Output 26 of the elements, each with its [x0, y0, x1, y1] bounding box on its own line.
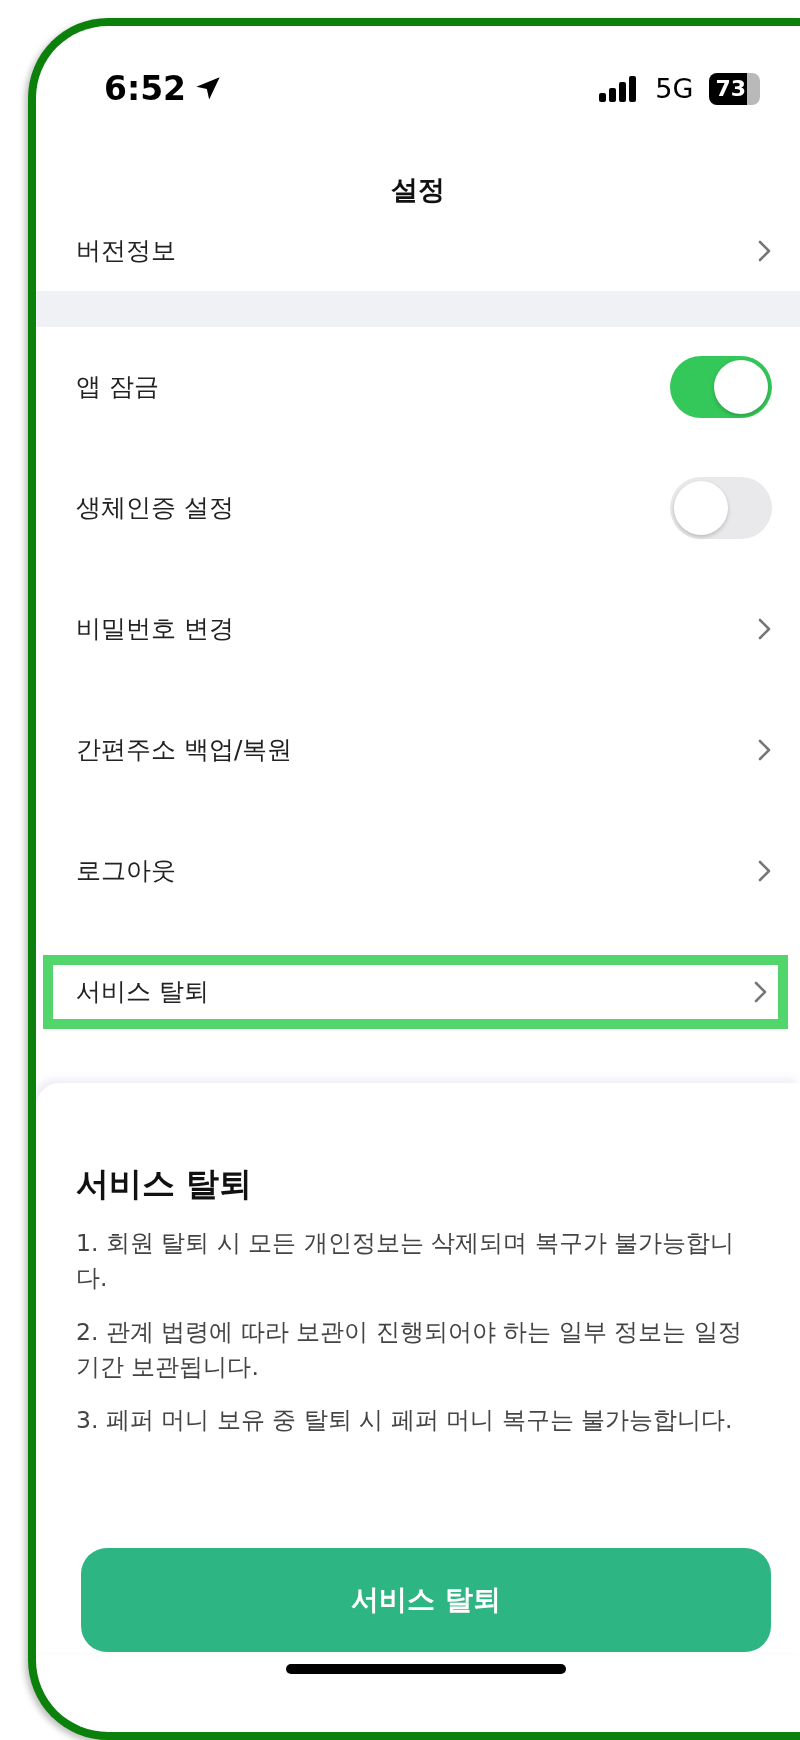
settings-row[interactable]: 간편주소 백업/복원 — [36, 689, 800, 811]
setting-label: 간편주소 백업/복원 — [76, 734, 293, 767]
notice-text: 1. 회원 탈퇴 시 모든 개인정보는 삭제되며 복구가 불가능합니다. — [76, 1228, 736, 1295]
battery-level: 73 — [709, 73, 760, 105]
network-type: 5G — [655, 71, 694, 106]
settings-row[interactable]: 생체인증 설정 — [36, 447, 800, 569]
settings-row[interactable]: 비밀번호 변경 — [36, 568, 800, 690]
chevron-right-icon — [758, 860, 772, 882]
chevron-right-icon — [758, 739, 772, 761]
setting-label: 로그아웃 — [76, 855, 176, 888]
settings-row[interactable]: 앱 잠금 — [36, 326, 800, 448]
setting-label: 생체인증 설정 — [76, 492, 234, 525]
chevron-right-icon — [758, 618, 772, 640]
notice-text: 2. 관계 법령에 따라 보관이 진행되어야 하는 일부 정보는 일정 기간 보관됩니다. — [76, 1316, 743, 1383]
settings-row[interactable]: 로그아웃 — [36, 810, 800, 932]
setting-label: 앱 잠금 — [76, 371, 159, 404]
sheet-title: 서비스 탈퇴 — [76, 1162, 254, 1205]
setting-label: 버전정보 — [76, 234, 176, 267]
status-time: 6:52 — [104, 68, 187, 111]
chevron-right-icon — [754, 981, 768, 1003]
setting-label: 서비스 탈퇴 — [76, 976, 209, 1009]
page-title: 설정 — [390, 173, 446, 207]
setting-label: 비밀번호 변경 — [76, 613, 234, 646]
chevron-right-icon — [758, 239, 772, 262]
settings-row[interactable]: 버전정보 — [36, 210, 800, 291]
notice-text: 3. 페퍼 머니 보유 중 탈퇴 시 페퍼 머니 복구는 불가능합니다. — [76, 1405, 734, 1436]
